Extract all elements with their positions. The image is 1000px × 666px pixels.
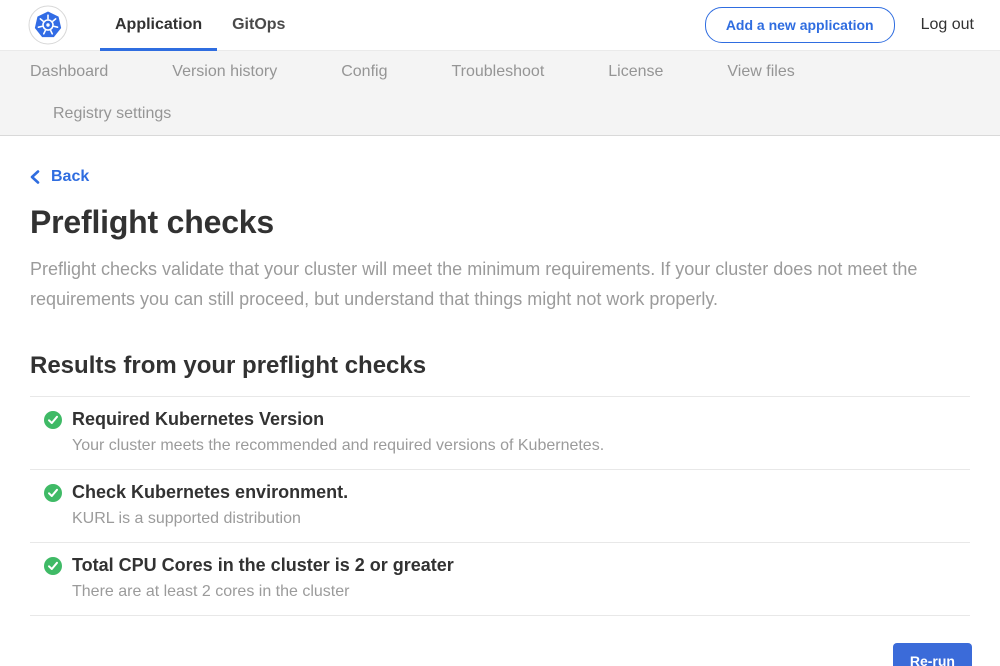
tab-gitops[interactable]: GitOps	[217, 0, 300, 50]
check-message: There are at least 2 cores in the cluste…	[44, 583, 970, 601]
subnav-item-version-history[interactable]: Version history	[172, 51, 277, 93]
subnav-item-troubleshoot[interactable]: Troubleshoot	[451, 51, 544, 93]
page-description: Preflight checks validate that your clus…	[30, 254, 955, 314]
subnav-item-config[interactable]: Config	[341, 51, 387, 93]
check-pass-icon	[44, 557, 62, 575]
check-pass-icon	[44, 411, 62, 429]
page-title: Preflight checks	[30, 204, 970, 241]
rerun-button[interactable]: Re-run	[893, 643, 972, 666]
main-content: Back Preflight checks Preflight checks v…	[0, 136, 1000, 616]
check-title-row: Check Kubernetes environment.	[44, 482, 970, 503]
preflight-check-list: Required Kubernetes Version Your cluster…	[30, 396, 970, 616]
subnav-item-dashboard[interactable]: Dashboard	[30, 51, 108, 93]
tab-gitops-label: GitOps	[232, 16, 285, 34]
subnav-item-license[interactable]: License	[608, 51, 663, 93]
check-pass-icon	[44, 484, 62, 502]
footer-actions: Re-run	[0, 643, 1000, 666]
back-link[interactable]: Back	[30, 168, 89, 186]
check-item: Total CPU Cores in the cluster is 2 or g…	[30, 542, 970, 615]
check-message: KURL is a supported distribution	[44, 510, 970, 528]
chevron-left-icon	[30, 170, 40, 184]
back-link-label: Back	[51, 168, 89, 186]
add-new-application-button[interactable]: Add a new application	[705, 7, 895, 43]
kubernetes-logo-icon	[28, 5, 68, 45]
check-title: Required Kubernetes Version	[72, 409, 324, 430]
app-subnav: Dashboard Version history Config Trouble…	[0, 51, 1000, 136]
check-message: Your cluster meets the recommended and r…	[44, 437, 970, 455]
subnav-item-view-files[interactable]: View files	[727, 51, 794, 93]
subnav-list: Dashboard Version history Config Trouble…	[30, 51, 970, 135]
navbar-spacer	[300, 0, 704, 50]
check-title: Check Kubernetes environment.	[72, 482, 348, 503]
subnav-item-registry-settings[interactable]: Registry settings	[53, 93, 171, 135]
tab-application-label: Application	[115, 16, 202, 34]
check-item: Check Kubernetes environment. KURL is a …	[30, 469, 970, 542]
tab-application[interactable]: Application	[100, 0, 217, 50]
navbar-right: Add a new application Log out	[705, 0, 974, 50]
top-navbar: Application GitOps Add a new application…	[0, 0, 1000, 51]
check-item: Required Kubernetes Version Your cluster…	[30, 396, 970, 469]
check-title-row: Required Kubernetes Version	[44, 409, 970, 430]
logout-link[interactable]: Log out	[921, 16, 974, 34]
app-logo[interactable]	[28, 0, 68, 50]
check-title-row: Total CPU Cores in the cluster is 2 or g…	[44, 555, 970, 576]
check-title: Total CPU Cores in the cluster is 2 or g…	[72, 555, 454, 576]
results-heading: Results from your preflight checks	[30, 352, 970, 380]
primary-nav-tabs: Application GitOps	[100, 0, 300, 50]
